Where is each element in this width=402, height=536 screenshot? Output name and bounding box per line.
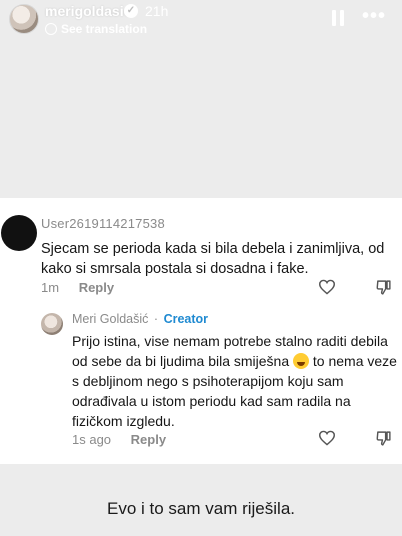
reply-dislike-icon[interactable]	[375, 430, 392, 447]
reply-meta: 1s ago Reply	[72, 432, 166, 447]
reply-separator: ·	[153, 312, 159, 326]
reply-like-heart-icon[interactable]	[318, 430, 336, 446]
see-translation-label: See translation	[61, 22, 148, 36]
creator-badge: Creator	[163, 312, 209, 326]
comment-text: Sjecam se perioda kada si bila debela i …	[41, 241, 385, 277]
comment-card: User2619114217538 Sjecam se perioda kada…	[0, 198, 402, 464]
globe-icon	[45, 23, 57, 35]
reply-text: Prijo istina, vise nemam potrebe stalno …	[72, 331, 398, 431]
reply-header: Meri Goldašić · Creator	[72, 312, 208, 326]
story-time: 21h	[145, 3, 169, 19]
creator-avatar[interactable]	[41, 313, 63, 335]
more-icon[interactable]: •••	[362, 6, 386, 26]
commenter-username[interactable]: User2619114217538	[41, 216, 165, 231]
see-translation-button[interactable]: See translation	[45, 22, 147, 36]
like-heart-icon[interactable]	[318, 279, 336, 295]
verified-badge-icon: ✓	[124, 4, 138, 18]
comment-meta: 1m Reply	[41, 280, 114, 295]
pause-icon[interactable]	[331, 10, 345, 26]
reply-time: 1s ago	[72, 432, 112, 447]
comment-time: 1m	[41, 280, 60, 295]
story-header: merigoldasic ✓ 21h See translation •••	[0, 0, 402, 198]
story-avatar[interactable]	[9, 4, 39, 34]
comment-reply-button[interactable]: Reply	[79, 280, 114, 295]
commenter-avatar[interactable]	[1, 215, 37, 251]
dislike-icon[interactable]	[375, 279, 392, 296]
reply-reply-button[interactable]: Reply	[131, 432, 166, 447]
reply-author[interactable]: Meri Goldašić	[72, 312, 148, 326]
laughing-emoji-icon	[293, 353, 310, 369]
story-caption: Evo i to sam vam riješila.	[107, 499, 295, 518]
story-username[interactable]: merigoldasic	[45, 3, 131, 19]
